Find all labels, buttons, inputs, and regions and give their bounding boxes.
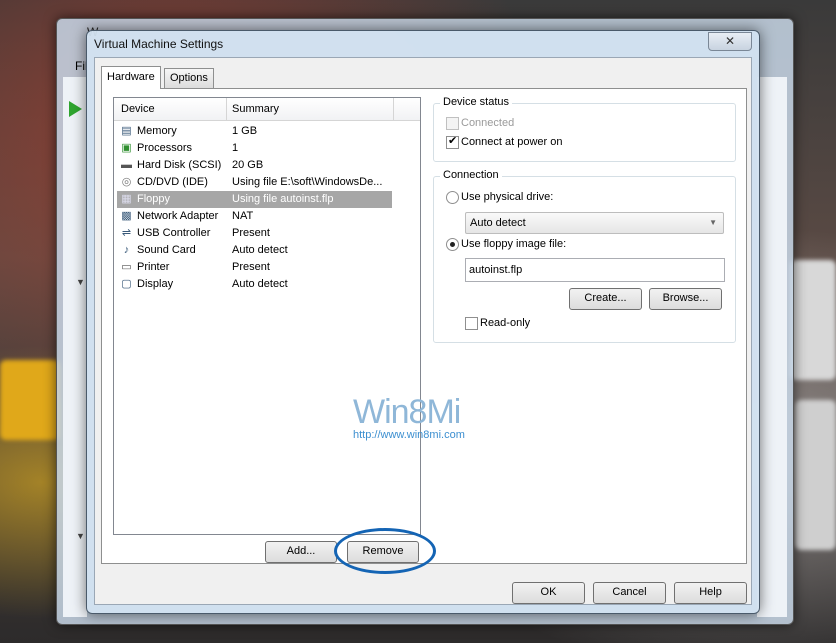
chevron-down-icon: ▼ [709,218,717,227]
device-row-processors[interactable]: ▣ Processors 1 [117,140,392,157]
device-row-printer[interactable]: ▭ Printer Present [117,259,392,276]
device-summary: Present [232,261,270,273]
physical-drive-value: Auto detect [470,217,526,229]
use-floppy-image-radio[interactable] [446,238,459,251]
device-status-label: Device status [440,96,513,108]
cd-dvd-icon: ◎ [121,176,132,188]
device-name: USB Controller [137,227,211,239]
device-summary: Using file E:\soft\WindowsDe... [232,176,383,188]
device-row-floppy[interactable]: ▦ Floppy Using file autoinst.flp [117,191,392,208]
highlight-ring [334,528,436,574]
column-header-summary[interactable]: Summary [232,103,279,115]
device-name: Hard Disk (SCSI) [137,159,222,171]
usb-icon: ⇌ [121,227,132,239]
device-list-header: Device Summary [114,98,420,121]
device-summary: NAT [232,210,254,222]
parent-right-panel [757,77,787,617]
device-summary: Using file autoinst.flp [232,193,334,205]
floppy-icon: ▦ [121,193,132,205]
tab-hardware[interactable]: Hardware [101,66,161,89]
device-summary: 1 GB [232,125,258,137]
floppy-image-path-input[interactable] [465,258,725,282]
device-row-memory[interactable]: ▤ Memory 1 GB [117,123,392,140]
collapse-arrow-icon[interactable]: ▼ [76,277,85,287]
collapse-arrow-icon[interactable]: ▼ [76,531,85,541]
printer-icon: ▭ [121,261,132,273]
device-name: Display [137,278,174,290]
device-row-cd-dvd[interactable]: ◎ CD/DVD (IDE) Using file E:\soft\Window… [117,174,392,191]
watermark-logo: Win8Mi [353,393,461,431]
display-icon: ▢ [121,278,132,290]
physical-drive-select[interactable]: Auto detect ▼ [465,212,724,234]
use-physical-drive-label: Use physical drive: [461,191,554,203]
device-summary: Auto detect [232,278,288,290]
dialog-title: Virtual Machine Settings [94,37,224,51]
device-status-group: Device status Connected ✔ Connect at pow… [433,96,736,162]
read-only-label: Read-only [480,317,531,329]
device-name: Processors [137,142,193,154]
close-button[interactable]: ✕ [708,32,752,51]
parent-sidebar: ▼ ▼ [63,77,87,617]
help-button[interactable]: Help [674,582,747,604]
network-adapter-icon: ▩ [121,210,132,222]
device-row-sound-card[interactable]: ♪ Sound Card Auto detect [117,242,392,259]
device-name: Floppy [137,193,171,205]
device-name: Network Adapter [137,210,219,222]
background-car [790,260,836,380]
connection-label: Connection [440,169,502,181]
device-name: Printer [137,261,170,273]
watermark: Win8Mi http://www.win8mi.com [353,393,465,441]
sound-card-icon: ♪ [123,244,130,256]
connection-group: Connection Use physical drive: Auto dete… [433,169,736,343]
play-icon[interactable] [69,101,82,117]
connected-checkbox[interactable] [446,117,459,130]
connect-at-power-on-label: Connect at power on [461,136,563,148]
use-floppy-image-label: Use floppy image file: [461,238,567,250]
device-summary: 1 [232,142,239,154]
device-row-network-adapter[interactable]: ▩ Network Adapter NAT [117,208,392,225]
device-name: CD/DVD (IDE) [137,176,208,188]
cancel-button[interactable]: Cancel [593,582,666,604]
close-icon: ✕ [724,34,736,48]
read-only-checkbox[interactable] [465,317,478,330]
add-device-button[interactable]: Add... [265,541,337,563]
device-row-hard-disk[interactable]: ▬ Hard Disk (SCSI) 20 GB [117,157,392,174]
ok-button[interactable]: OK [512,582,585,604]
column-header-device[interactable]: Device [121,103,155,115]
device-list: Device Summary ▤ Memory 1 GB ▣ Processor… [113,97,421,535]
device-row-usb-controller[interactable]: ⇌ USB Controller Present [117,225,392,242]
memory-icon: ▤ [121,125,132,137]
device-name: Memory [137,125,177,137]
connect-at-power-on-checkbox[interactable]: ✔ [446,135,459,149]
connected-label: Connected [461,117,515,129]
hard-disk-icon: ▬ [121,159,132,171]
use-physical-drive-radio[interactable] [446,191,459,204]
device-summary: Auto detect [232,244,288,256]
create-button[interactable]: Create... [569,288,642,310]
browse-button[interactable]: Browse... [649,288,722,310]
device-summary: Present [232,227,270,239]
background-car [0,360,60,440]
watermark-url: http://www.win8mi.com [353,429,465,441]
device-summary: 20 GB [232,159,264,171]
background-car [795,400,836,550]
device-row-display[interactable]: ▢ Display Auto detect [117,276,392,293]
checkmark-icon: ✔ [448,135,458,147]
processor-icon: ▣ [121,142,132,154]
tab-options[interactable]: Options [164,68,214,88]
device-name: Sound Card [137,244,196,256]
